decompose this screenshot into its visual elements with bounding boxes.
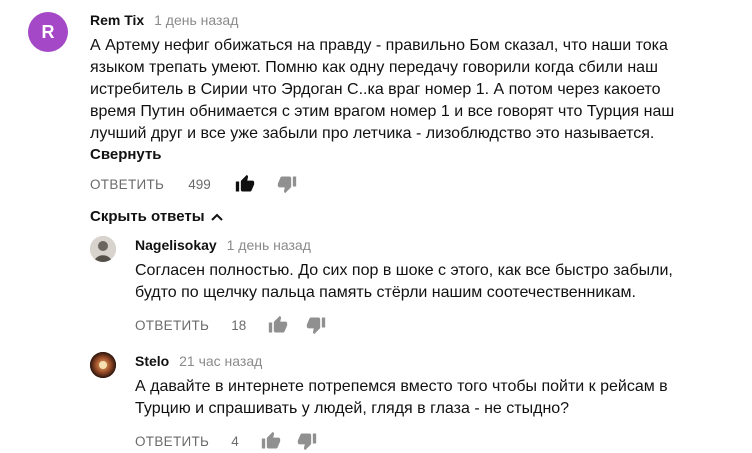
- hide-replies-button[interactable]: Скрыть ответы: [90, 208, 224, 225]
- comment-line: будто по щелчку пальца память стёрли наш…: [135, 284, 636, 301]
- comment-text: А Артему нефиг обижаться на правду - пра…: [90, 35, 674, 145]
- avatar[interactable]: R: [28, 12, 68, 52]
- author-name[interactable]: Nagelisokay: [135, 237, 217, 253]
- like-icon[interactable]: [266, 313, 290, 337]
- collapse-link[interactable]: Свернуть: [90, 146, 162, 163]
- avatar-letter: R: [41, 21, 55, 42]
- comment-text: Согласен полностью. До сих пор в шоке с …: [135, 260, 673, 304]
- like-icon[interactable]: [259, 429, 283, 453]
- comment-line: языком трепать умеют. Помню как одну пер…: [90, 59, 658, 76]
- reply-button[interactable]: ОТВЕТИТЬ: [135, 434, 209, 449]
- avatar[interactable]: [90, 352, 116, 378]
- like-icon[interactable]: [233, 172, 257, 196]
- comment-line: Согласен полностью. До сих пор в шоке с …: [135, 262, 673, 279]
- comment-time[interactable]: 1 день назад: [227, 237, 311, 253]
- comment-line: А давайте в интернете потрепемся вместо …: [135, 378, 668, 395]
- comment-actions: ОТВЕТИТЬ 499: [90, 172, 299, 196]
- dislike-icon[interactable]: [275, 172, 299, 196]
- comment-text: А давайте в интернете потрепемся вместо …: [135, 376, 668, 420]
- comment-line: лучший друг и все уже забыли про летчика…: [90, 125, 655, 142]
- comment-line: время Путин обнимается с этим врагом ном…: [90, 103, 675, 120]
- author-name[interactable]: Rem Tix: [90, 12, 144, 28]
- avatar-image: [90, 352, 116, 378]
- author-name[interactable]: Stelo: [135, 353, 169, 369]
- like-count: 18: [231, 317, 247, 333]
- comment-actions: ОТВЕТИТЬ 4: [135, 429, 319, 453]
- comment-time[interactable]: 1 день назад: [154, 12, 238, 28]
- reply-button[interactable]: ОТВЕТИТЬ: [135, 318, 209, 333]
- comment-header: Nagelisokay 1 день назад: [135, 237, 311, 253]
- comment-header: Stelo 21 час назад: [135, 353, 262, 369]
- comment-actions: ОТВЕТИТЬ 18: [135, 313, 328, 337]
- like-count: 4: [231, 433, 239, 449]
- avatar[interactable]: [90, 236, 116, 262]
- comment-header: Rem Tix 1 день назад: [90, 12, 238, 28]
- chevron-up-icon: [210, 212, 224, 222]
- comment-line: Турцию и спрашивать у людей, глядя в гла…: [135, 400, 570, 417]
- hide-replies-label: Скрыть ответы: [90, 208, 205, 225]
- dislike-icon[interactable]: [295, 429, 319, 453]
- reply-button[interactable]: ОТВЕТИТЬ: [90, 177, 164, 192]
- comment-time[interactable]: 21 час назад: [179, 353, 262, 369]
- comment-line: истребитель в Сирии что Эрдоган С..ка вр…: [90, 81, 661, 98]
- comment-line: А Артему нефиг обижаться на правду - пра…: [90, 37, 668, 54]
- dislike-icon[interactable]: [304, 313, 328, 337]
- like-count: 499: [188, 176, 211, 192]
- avatar-image: [90, 236, 116, 262]
